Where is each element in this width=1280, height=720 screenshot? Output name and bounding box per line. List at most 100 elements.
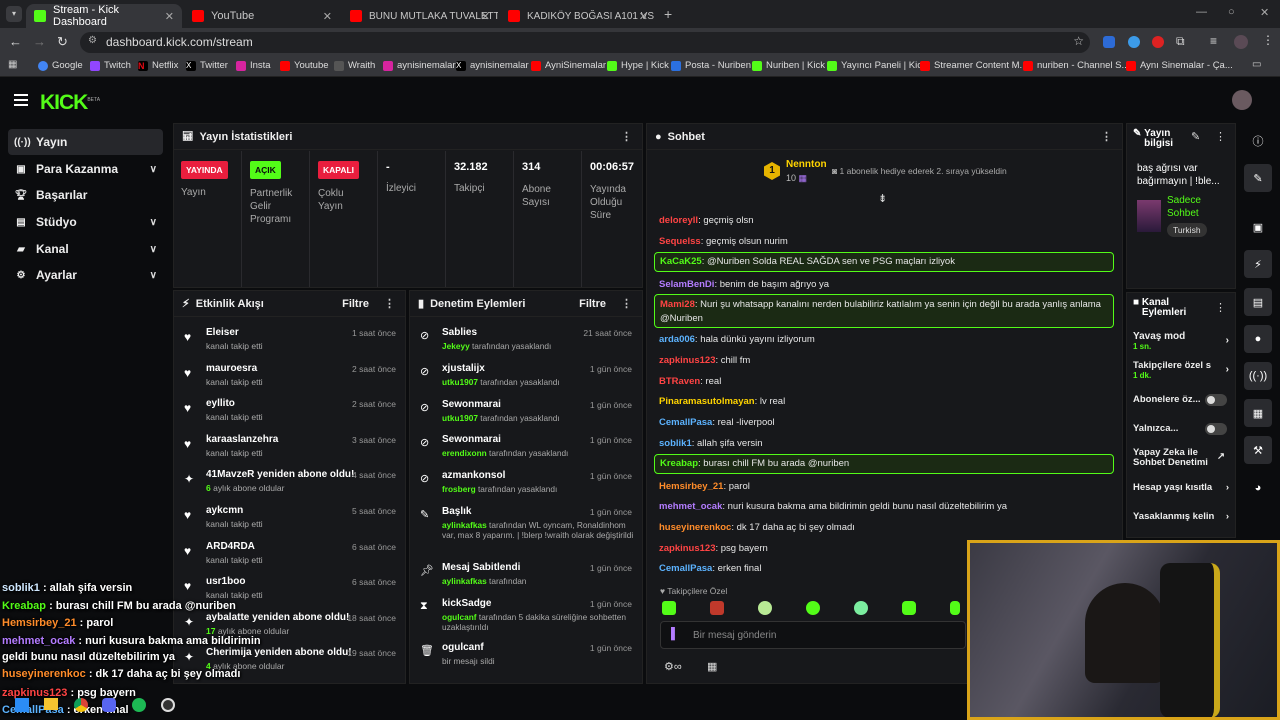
bookmark-star-icon[interactable]: ☆: [1073, 34, 1084, 48]
moderation-item[interactable]: ⊘ azmankonsol frosberg tarafından yasaklan…: [416, 468, 638, 502]
chat-username[interactable]: CemallPasa: [659, 563, 712, 574]
filter-button[interactable]: Filtre: [579, 298, 606, 310]
chat-username[interactable]: soblik1: [659, 438, 692, 449]
file-explorer-icon[interactable]: [44, 698, 58, 710]
extensions-puzzle-icon[interactable]: ⧉: [1176, 34, 1185, 49]
emote-icon[interactable]: [854, 601, 868, 615]
activity-item[interactable]: ♥ karaaslanzehra kanalı takip etti 3 saat ö…: [180, 432, 400, 466]
browser-menu-icon[interactable]: ⋮: [1262, 33, 1274, 47]
chat-message[interactable]: CemallPasa: real -liverpool: [654, 415, 1114, 431]
user-avatar[interactable]: [1232, 90, 1252, 110]
sidebar-item-basarilar[interactable]: 🏆︎ Başarılar: [8, 182, 163, 208]
chat-username[interactable]: CemallPasa: [659, 417, 712, 428]
screen-capture-icon[interactable]: ▣: [1244, 213, 1272, 241]
emote-icon[interactable]: [950, 601, 960, 615]
slow-mode-action[interactable]: Yavaş mod 1 sn. ›: [1133, 331, 1231, 351]
sidebar-item-kanal[interactable]: ▰ Kanal ∨: [8, 236, 163, 262]
obs-icon[interactable]: [161, 698, 175, 712]
url-input[interactable]: ⚙ dashboard.kick.com/stream ☆: [80, 32, 1090, 53]
pinned-username[interactable]: Nennton: [786, 159, 827, 170]
bookmark-twitch[interactable]: Twitch: [90, 60, 131, 71]
sidebar-item-para-kazanma[interactable]: ▣ Para Kazanma ∨: [8, 156, 163, 182]
close-tab-icon[interactable]: ✕: [165, 10, 174, 23]
chat-message[interactable]: Sequelss: geçmiş olsun nurim: [654, 234, 1114, 250]
minimize-icon[interactable]: —: [1196, 6, 1207, 18]
close-window-icon[interactable]: ✕: [1260, 6, 1269, 19]
bookmark-aynisinemalar-3[interactable]: AyniSinemalar: [531, 60, 606, 71]
bookmark-wraith[interactable]: Wraith: [334, 60, 375, 71]
edit-icon[interactable]: ✎: [1191, 130, 1200, 143]
chat-message[interactable]: mehmet_ocak: nuri kusura bakma ama bildi…: [654, 499, 1114, 515]
bookmark-netflix[interactable]: N Netflix: [138, 60, 178, 71]
bookmark-google[interactable]: Google: [38, 60, 83, 71]
emote-icon[interactable]: [806, 601, 820, 615]
activity-item[interactable]: ♥ Eleiser kanalı takip etti 1 saat önce: [180, 325, 400, 359]
moderation-item[interactable]: ⧗ kickSadge ogulcanf tarafından 5 dakika s…: [416, 596, 638, 632]
more-options-icon[interactable]: ⋮: [1101, 130, 1112, 143]
chat-username[interactable]: arda006: [659, 334, 695, 345]
emote-only-toggle[interactable]: [1205, 423, 1227, 435]
reading-list-icon[interactable]: ≡: [1210, 34, 1217, 48]
collapse-icon[interactable]: ⇟: [878, 192, 887, 205]
chat-message[interactable]: BTRaven: real: [654, 374, 1114, 390]
discord-icon[interactable]: [102, 698, 116, 712]
chat-username[interactable]: Hemsirbey_21: [659, 481, 723, 492]
bot-ribbon-icon[interactable]: ◕: [1244, 474, 1272, 502]
bookmark-insta[interactable]: Insta: [236, 60, 271, 71]
sidebar-item-yayin[interactable]: ((·)) Yayın: [8, 129, 163, 155]
activity-item[interactable]: ♥ eyllito kanalı takip etti 2 saat önce: [180, 396, 400, 430]
bookmark-aynisinemalar-2[interactable]: Xaynisinemalar: [456, 60, 529, 71]
site-info-icon[interactable]: ⚙: [88, 35, 97, 46]
extension-blue-icon[interactable]: [1128, 36, 1140, 48]
bookmark-streamer-content[interactable]: Streamer Content M...: [920, 60, 1027, 71]
chat-message[interactable]: zapkinus123: chill fm: [654, 353, 1114, 369]
chat-message[interactable]: arda006: hala dünkü yayını izliyorum: [654, 332, 1114, 350]
store-icon[interactable]: ▦: [707, 660, 717, 673]
moderation-item[interactable]: 🗑︎ ogulcanf bir mesajı sildi 1 gün önce: [416, 640, 638, 674]
bookmark-posta[interactable]: Posta - Nuriben: [671, 60, 751, 71]
broadcast-ribbon-icon[interactable]: ((·)): [1244, 362, 1272, 390]
bookmark-nuriben-channel[interactable]: nuriben - Channel S...: [1023, 60, 1129, 71]
sidebar-item-ayarlar[interactable]: ⚙ Ayarlar ∨: [8, 262, 163, 288]
chat-username[interactable]: SelamBenDi: [659, 279, 714, 290]
chrome-icon[interactable]: [74, 698, 88, 712]
back-icon[interactable]: ←: [9, 34, 22, 49]
new-tab-icon[interactable]: +: [664, 6, 672, 22]
moderation-item[interactable]: 📌︎ Mesaj Sabitlendi aylinkafkas tarafından…: [416, 560, 638, 594]
emote-icon[interactable]: [662, 601, 676, 615]
wrench-ribbon-icon[interactable]: ⚒: [1244, 436, 1272, 464]
moderation-item[interactable]: ✎ Başlık aylinkafkas tarafından WL oyncam,…: [416, 504, 638, 540]
chat-message[interactable]: Hemsirbey_21: parol: [654, 479, 1114, 495]
moderation-item[interactable]: ⊘ xjustalijx utku1907 tarafından yasakland…: [416, 361, 638, 395]
kick-logo[interactable]: KICKBETA: [40, 91, 100, 115]
ai-moderation-action[interactable]: Yapay Zeka ile Sohbet Denetimi ↗: [1133, 448, 1225, 468]
lightning-ribbon-icon[interactable]: ⚡︎: [1244, 250, 1272, 278]
activity-item[interactable]: ♥ ARD4RDA kanalı takip etti 6 saat önce: [180, 539, 400, 573]
chat-settings-icon[interactable]: ⚙∞: [664, 660, 682, 673]
edit-ribbon-icon[interactable]: ✎: [1244, 164, 1272, 192]
bookmark-nuriben-kick[interactable]: Nuriben | Kick: [752, 60, 825, 71]
chat-username[interactable]: Pinaramasutolmayan: [659, 396, 755, 407]
maximize-icon[interactable]: ○: [1228, 6, 1235, 18]
more-options-icon[interactable]: ⋮: [1215, 301, 1226, 314]
bookmark-youtube[interactable]: Youtube: [280, 60, 329, 71]
bookmark-aynisinemalar-1[interactable]: aynisinemalar: [383, 60, 456, 71]
subscribers-only-toggle[interactable]: [1205, 394, 1227, 406]
chat-message[interactable]: huseyinerenkoc: dk 17 daha aç bi şey olm…: [654, 520, 1114, 536]
chat-ribbon-icon[interactable]: ●: [1244, 325, 1272, 353]
bookmark-yayinci-paneli[interactable]: Yayıncı Paneli | Kick: [827, 60, 927, 71]
extension-shield-icon[interactable]: [1103, 36, 1115, 48]
chat-message[interactable]: Pinaramasutolmayan: lv real: [654, 394, 1114, 410]
chat-username[interactable]: mehmet_ocak: [659, 501, 722, 512]
close-tab-icon[interactable]: ✕: [639, 10, 648, 23]
chat-username[interactable]: deloreyll: [659, 215, 698, 226]
chat-username[interactable]: zapkinus123: [659, 355, 716, 366]
chat-username[interactable]: zapkinus123: [659, 543, 716, 554]
info-icon[interactable]: ⓘ: [1244, 127, 1272, 155]
spotify-icon[interactable]: [132, 698, 146, 712]
chat-message[interactable]: Kreabap: burası chill FM bu arada @nurib…: [654, 454, 1114, 474]
hamburger-menu-icon[interactable]: [14, 94, 28, 106]
chat-message[interactable]: SelamBenDi: benim de başım ağrıyo ya: [654, 277, 1114, 293]
chat-message[interactable]: Mami28: Nuri şu whatsapp kanalını nerden…: [654, 294, 1114, 328]
tab-video-1[interactable]: BUNU MUTLAKA TUVALETTE KE✕: [342, 4, 498, 28]
